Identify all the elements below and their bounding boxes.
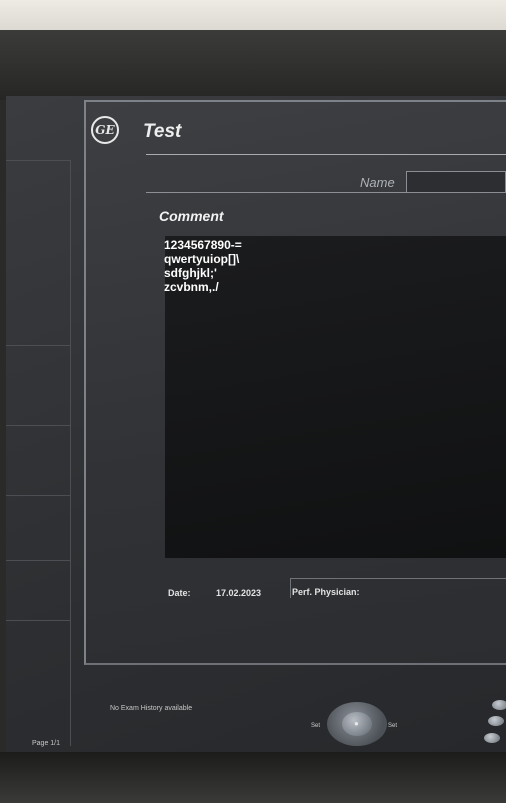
date-label: Date: xyxy=(168,588,191,598)
set-right-label: Set xyxy=(388,723,398,729)
comment-label: Comment xyxy=(159,208,224,224)
left-panel-divider xyxy=(6,560,70,561)
page-indicator: Page 1/1 xyxy=(32,740,61,747)
dialog-title: Test xyxy=(143,121,182,142)
monitor-bezel-top xyxy=(0,30,506,100)
left-panel-divider xyxy=(70,160,71,746)
left-panel-divider xyxy=(6,345,70,346)
comment-line: qwertyuiop[]\ xyxy=(164,252,240,266)
left-panel-divider xyxy=(6,425,70,426)
trackball-dot-icon: ● xyxy=(354,719,359,728)
left-panel-divider xyxy=(6,620,70,621)
comment-line: 1234567890-= xyxy=(164,238,242,252)
exam-history-status: No Exam History available xyxy=(110,705,193,712)
name-field[interactable] xyxy=(406,171,506,193)
left-panel-divider xyxy=(6,495,70,496)
physician-field[interactable] xyxy=(290,578,506,598)
name-divider xyxy=(146,192,406,193)
date-value: 17.02.2023 xyxy=(216,588,262,598)
comment-line: sdfghjkl;' xyxy=(164,266,217,280)
name-label: Name xyxy=(360,175,395,190)
side-button[interactable] xyxy=(484,733,500,743)
title-divider xyxy=(146,154,506,155)
side-button[interactable] xyxy=(488,716,504,726)
ge-logo-icon: GE xyxy=(91,116,119,144)
left-panel-divider xyxy=(6,160,70,161)
comment-line: zcvbnm,./ xyxy=(164,280,219,294)
monitor-bezel-bottom xyxy=(0,752,506,803)
set-left-label: Set xyxy=(311,723,321,729)
side-button[interactable] xyxy=(492,700,506,710)
